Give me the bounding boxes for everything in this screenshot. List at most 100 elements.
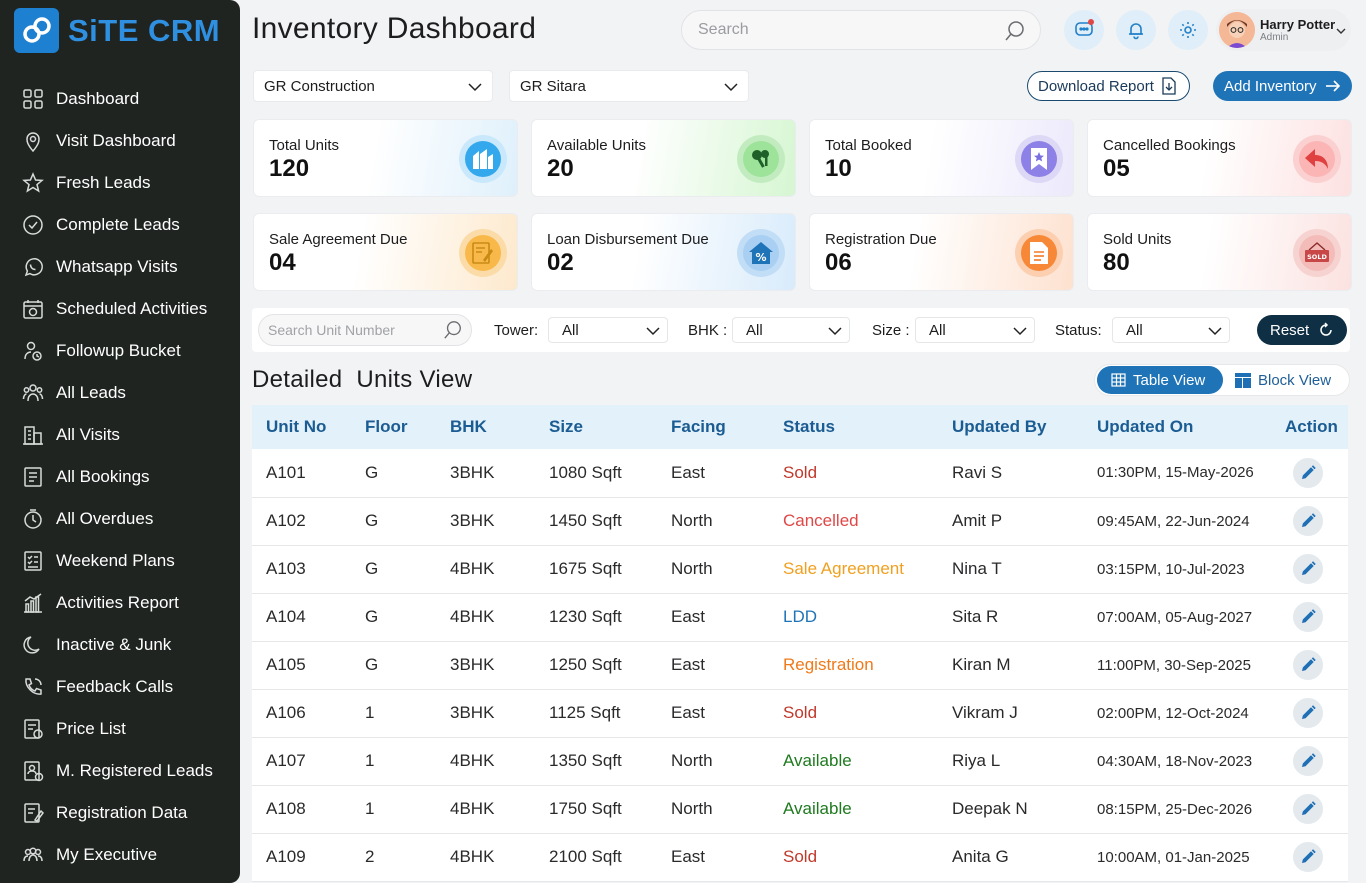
edit-button[interactable]	[1293, 842, 1323, 872]
stat-card-label: Cancelled Bookings	[1103, 137, 1236, 154]
sold-sign-icon: SOLD	[1293, 229, 1341, 277]
brand-logo[interactable]: SiTE CRM	[14, 8, 220, 53]
sidebar-item-inactive-junk[interactable]: Inactive & Junk	[0, 624, 240, 666]
edit-button[interactable]	[1293, 698, 1323, 728]
sidebar-item-price-list[interactable]: Price List	[0, 708, 240, 750]
table-row[interactable]: A102 G 3BHK 1450 Sqft North Cancelled Amit P 09…	[252, 497, 1348, 545]
stat-card-label: Available Units	[547, 137, 646, 154]
stat-card-loan-disbursement-due[interactable]: Loan Disbursement Due 02%	[531, 213, 796, 291]
sidebar-item-followup-bucket[interactable]: Followup Bucket	[0, 330, 240, 372]
users-group-icon	[22, 382, 44, 404]
search-input[interactable]	[682, 11, 982, 49]
sidebar-item-label: Weekend Plans	[56, 551, 175, 570]
updated-by-cell: Amit P	[952, 511, 1003, 530]
action-cell	[1271, 689, 1348, 737]
sidebar-item-complete-leads[interactable]: Complete Leads	[0, 204, 240, 246]
logo-mark-icon	[14, 8, 59, 53]
table-row[interactable]: A103 G 4BHK 1675 Sqft North Sale Agreement Nin…	[252, 545, 1348, 593]
company-select[interactable]: GR Construction	[253, 70, 493, 102]
edit-button[interactable]	[1293, 457, 1323, 488]
settings-button[interactable]	[1168, 10, 1208, 50]
sidebar-item-label: Whatsapp Visits	[56, 257, 178, 276]
edit-button[interactable]	[1293, 794, 1323, 824]
edit-button[interactable]	[1293, 554, 1323, 584]
table-body: A101 G 3BHK 1080 Sqft East Sold Ravi S 01:30PM,…	[252, 449, 1348, 881]
status-filter-select[interactable]: All	[1112, 317, 1230, 343]
sidebar-item-all-overdues[interactable]: All Overdues	[0, 498, 240, 540]
sidebar-item-activities-report[interactable]: Activities Report	[0, 582, 240, 624]
table-row[interactable]: A107 1 4BHK 1350 Sqft North Available Riya L 04…	[252, 737, 1348, 785]
bhk-filter-value: All	[746, 321, 763, 339]
svg-text:SOLD: SOLD	[1307, 253, 1327, 261]
add-inventory-label: Add Inventory	[1224, 77, 1317, 95]
block-view-button[interactable]: Block View	[1235, 366, 1331, 394]
bhk-filter-select[interactable]: All	[732, 317, 850, 343]
table-row[interactable]: A106 1 3BHK 1125 Sqft East Sold Vikram J 02:00P…	[252, 689, 1348, 737]
sidebar-item-feedback-calls[interactable]: Feedback Calls	[0, 666, 240, 708]
bhk-cell: 3BHK	[450, 703, 495, 722]
sidebar-item-all-bookings[interactable]: All Bookings	[0, 456, 240, 498]
stat-card-sale-agreement-due[interactable]: Sale Agreement Due 04	[253, 213, 518, 291]
stat-card-sold-units[interactable]: Sold Units 80 SOLD	[1087, 213, 1352, 291]
size-cell: 1750 Sqft	[549, 799, 622, 818]
chat-button[interactable]	[1064, 10, 1104, 50]
stat-card-total-booked[interactable]: Total Booked 10	[809, 119, 1074, 197]
edit-button[interactable]	[1293, 602, 1323, 632]
sidebar-item-m-registered-leads[interactable]: M. Registered Leads	[0, 750, 240, 792]
search-icon[interactable]	[1004, 20, 1026, 47]
stat-card-registration-due[interactable]: Registration Due 06	[809, 213, 1074, 291]
edit-button[interactable]	[1293, 650, 1323, 680]
sidebar-item-all-visits[interactable]: All Visits	[0, 414, 240, 456]
floor-cell: G	[365, 511, 379, 530]
action-cell	[1271, 785, 1348, 833]
tower-filter-select[interactable]: All	[548, 317, 668, 343]
sidebar-item-label: All Overdues	[56, 509, 154, 528]
whatsapp-icon	[22, 256, 44, 278]
check-circle-icon	[22, 214, 44, 236]
table-row[interactable]: A109 2 4BHK 2100 Sqft East Sold Anita G 10:00AM…	[252, 833, 1348, 881]
stat-card-total-units[interactable]: Total Units 120	[253, 119, 518, 197]
user-menu[interactable]: Harry Potter Admin	[1216, 9, 1351, 51]
table-row[interactable]: A104 G 4BHK 1230 Sqft East LDD Sita R 07:00AM, …	[252, 593, 1348, 641]
stat-card-available-units[interactable]: Available Units 20	[531, 119, 796, 197]
sidebar-item-scheduled-activities[interactable]: Scheduled Activities	[0, 288, 240, 330]
stat-card-cancelled-bookings[interactable]: Cancelled Bookings 05	[1087, 119, 1352, 197]
updated-on-cell: 11:00PM, 30-Sep-2025	[1097, 656, 1251, 674]
search-icon[interactable]	[443, 320, 463, 345]
reset-button[interactable]: Reset	[1257, 315, 1347, 345]
unit-no-cell: A103	[266, 559, 306, 578]
size-filter-select[interactable]: All	[915, 317, 1035, 343]
floor-cell: G	[365, 655, 379, 674]
unit-search-input[interactable]	[259, 315, 429, 345]
sidebar-item-visit-dashboard[interactable]: Visit Dashboard	[0, 120, 240, 162]
column-header-facing: Facing	[671, 417, 726, 436]
sidebar-item-weekend-plans[interactable]: Weekend Plans	[0, 540, 240, 582]
table-view-button[interactable]: Table View	[1097, 366, 1223, 394]
sidebar-item-all-leads[interactable]: All Leads	[0, 372, 240, 414]
sidebar-item-my-executive[interactable]: My Executive	[0, 834, 240, 876]
moon-icon	[22, 634, 44, 656]
building-visits-icon	[22, 424, 44, 446]
edit-button[interactable]	[1293, 746, 1323, 776]
chevron-down-icon[interactable]	[1335, 24, 1347, 42]
bhk-cell: 4BHK	[450, 559, 495, 578]
stat-card-value: 02	[547, 249, 574, 276]
stat-card-label: Sale Agreement Due	[269, 231, 408, 248]
sidebar-item-whatsapp-visits[interactable]: Whatsapp Visits	[0, 246, 240, 288]
download-report-label: Download Report	[1038, 77, 1154, 95]
project-select[interactable]: GR Sitara	[509, 70, 749, 102]
table-row[interactable]: A105 G 3BHK 1250 Sqft East Registration Kiran …	[252, 641, 1348, 689]
stat-card-value: 04	[269, 249, 296, 276]
notifications-button[interactable]	[1116, 10, 1156, 50]
download-report-button[interactable]: Download Report	[1027, 71, 1190, 101]
table-row[interactable]: A101 G 3BHK 1080 Sqft East Sold Ravi S 01:30PM,…	[252, 449, 1348, 497]
add-inventory-button[interactable]: Add Inventory	[1213, 71, 1352, 101]
sidebar-item-dashboard[interactable]: Dashboard	[0, 78, 240, 120]
sidebar-item-fresh-leads[interactable]: Fresh Leads	[0, 162, 240, 204]
sidebar-item-registration-data[interactable]: Registration Data	[0, 792, 240, 834]
edit-button[interactable]	[1293, 506, 1323, 536]
gear-icon	[1180, 22, 1196, 38]
column-header-size: Size	[549, 417, 584, 436]
pencil-icon	[1302, 609, 1316, 623]
table-row[interactable]: A108 1 4BHK 1750 Sqft North Available Deepak N…	[252, 785, 1348, 833]
